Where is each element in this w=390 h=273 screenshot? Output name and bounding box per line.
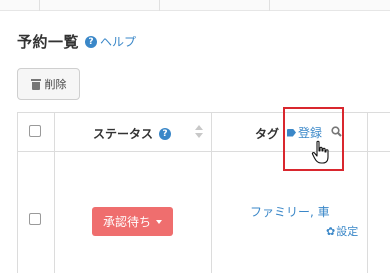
delete-button-label: 削除	[44, 78, 67, 91]
column-divider	[367, 113, 368, 273]
sort-icon[interactable]	[195, 124, 203, 140]
status-help-icon[interactable]: ?	[159, 127, 172, 140]
reservation-table: ステータス ? タグ 登録 承認待ち ファミリー, 車 ✿ 設定	[17, 107, 390, 273]
top-bar-segment	[40, 0, 160, 11]
top-bar-segment	[0, 0, 40, 11]
status-column-label: ステータス	[93, 127, 154, 141]
gear-icon: ✿	[326, 224, 336, 238]
delete-button[interactable]: 削除	[17, 68, 80, 100]
caret-down-icon	[156, 219, 162, 224]
page-heading: 予約一覧 ? ヘルプ	[17, 31, 136, 52]
help-icon[interactable]: ?	[85, 35, 98, 48]
row-checkbox[interactable]	[29, 213, 41, 225]
column-divider	[54, 113, 55, 273]
column-divider	[211, 113, 212, 273]
tag-settings-label: 設定	[336, 225, 359, 238]
tag-settings-link[interactable]: ✿ 設定	[326, 223, 358, 239]
top-bar	[0, 0, 390, 11]
hand-cursor-icon	[311, 140, 329, 164]
status-dropdown-button[interactable]: 承認待ち	[92, 207, 173, 236]
help-link[interactable]: ヘルプ	[100, 33, 136, 50]
tag-column-label: タグ	[255, 127, 280, 141]
status-column-header[interactable]: ステータス ?	[93, 125, 172, 142]
page-title: 予約一覧	[17, 33, 80, 51]
top-bar-segment	[160, 0, 270, 11]
row-tags[interactable]: ファミリー, 車	[250, 203, 330, 220]
trash-icon	[30, 78, 41, 90]
column-divider	[17, 113, 18, 273]
select-all-checkbox[interactable]	[29, 125, 41, 137]
status-label: 承認待ち	[102, 215, 151, 229]
